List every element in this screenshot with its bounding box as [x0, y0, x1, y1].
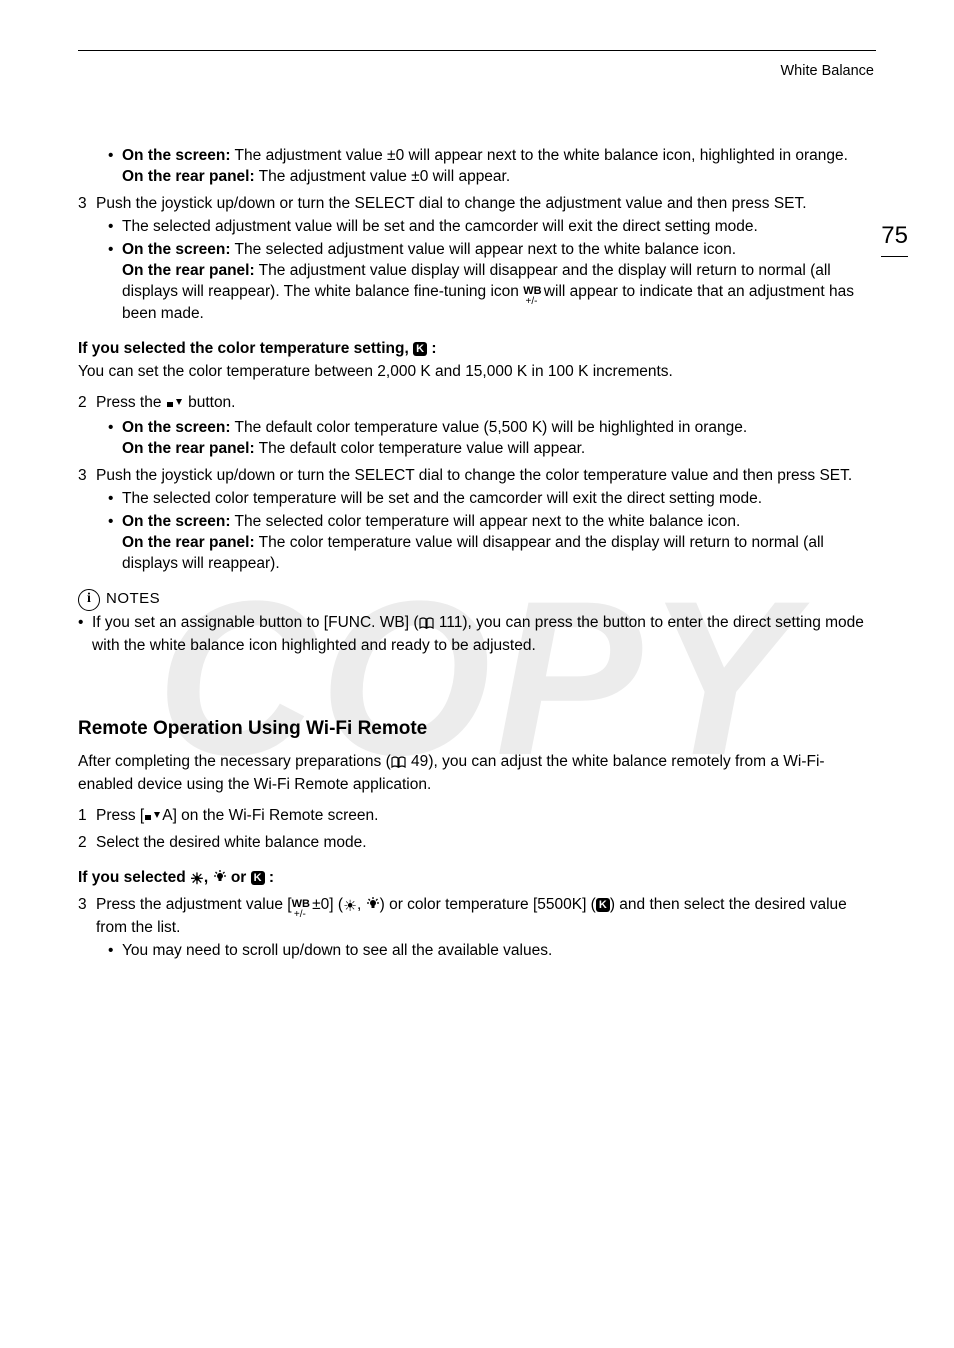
- r-step3-c: ,: [357, 896, 366, 913]
- notes-label: NOTES: [106, 589, 160, 609]
- ct-section-head: If you selected the color temperature se…: [78, 339, 876, 360]
- on-screen-label: On the screen:: [122, 513, 231, 530]
- tungsten-icon: [366, 897, 380, 918]
- step-text: Select the desired white balance mode.: [96, 833, 876, 854]
- r-step3-d: ) or color temperature [5500K] (: [380, 896, 596, 913]
- notes-header: i NOTES: [78, 589, 876, 611]
- step-text: Push the joystick up/down or turn the SE…: [96, 194, 876, 215]
- ct-step-3: 3 Push the joystick up/down or turn the …: [78, 466, 876, 487]
- step-number: 1: [78, 806, 96, 829]
- wb-set-icon: [166, 395, 184, 416]
- step-number: 3: [78, 895, 96, 939]
- on-rear-label: On the rear panel:: [122, 534, 255, 551]
- notes-ref: 111: [435, 614, 463, 631]
- step-number: 2: [78, 393, 96, 416]
- step-number: 3: [78, 194, 96, 215]
- on-screen-text: The selected adjustment value will appea…: [231, 241, 737, 258]
- r-step1-b: A] on the Wi-Fi Remote screen.: [162, 807, 378, 824]
- daylight-icon: ☀: [343, 897, 357, 918]
- step-text: Press the adjustment value [WB+/- ±0] (☀…: [96, 895, 876, 939]
- manual-ref-icon: [419, 615, 435, 636]
- ct-step2-a: Press the: [96, 394, 166, 411]
- kelvin-chip-icon: K: [413, 342, 427, 356]
- kelvin-chip-icon: K: [251, 871, 265, 885]
- tungsten-icon: [213, 870, 227, 891]
- remote-step-1: 1 Press [ A] on the Wi-Fi Remote screen.: [78, 806, 876, 829]
- remote-step-3: 3 Press the adjustment value [WB+/- ±0] …: [78, 895, 876, 939]
- notes-bullet: If you set an assignable button to [FUNC…: [78, 613, 876, 657]
- on-rear-label: On the rear panel:: [122, 262, 255, 279]
- kelvin-chip-icon: K: [596, 898, 610, 912]
- remote-heading: Remote Operation Using Wi-Fi Remote: [78, 716, 876, 742]
- info-icon: i: [78, 589, 100, 611]
- step3-bullet-1: The selected adjustment value will be se…: [108, 217, 876, 238]
- step-text: Press the button.: [96, 393, 876, 416]
- step-number: 3: [78, 466, 96, 487]
- ct-step-2: 2 Press the button.: [78, 393, 876, 416]
- remote-step-2: 2 Select the desired white balance mode.: [78, 833, 876, 854]
- r-head-c: or: [227, 869, 251, 886]
- step-3: 3 Push the joystick up/down or turn the …: [78, 194, 876, 215]
- on-rear-text: The default color temperature value will…: [255, 440, 586, 457]
- on-screen-label: On the screen:: [122, 241, 231, 258]
- ct-head-a: If you selected the color temperature se…: [78, 340, 413, 357]
- notes-a: If you set an assignable button to [FUNC…: [92, 614, 419, 631]
- on-rear-label: On the rear panel:: [122, 168, 255, 185]
- step-number: 2: [78, 833, 96, 854]
- r-head-b: ,: [204, 869, 213, 886]
- ct-step3-bullet-2: On the screen: The selected color temper…: [108, 512, 876, 575]
- remote-para-a: After completing the necessary preparati…: [78, 753, 391, 770]
- step3-bullet-2: On the screen: The selected adjustment v…: [108, 240, 876, 326]
- ct-para: You can set the color temperature betwee…: [78, 362, 876, 383]
- on-screen-label: On the screen:: [122, 147, 231, 164]
- r-step3-a: Press the adjustment value [: [96, 896, 292, 913]
- on-screen-text: The default color temperature value (5,5…: [231, 419, 748, 436]
- wb-fine-icon: WB+/-: [292, 897, 308, 918]
- r-step1-a: Press [: [96, 807, 144, 824]
- remote-select-head: If you selected ☀, or K :: [78, 868, 876, 891]
- r-head-d: :: [265, 869, 274, 886]
- top-bullet: On the screen: The adjustment value ±0 w…: [108, 146, 876, 188]
- on-screen-text: The adjustment value ±0 will appear next…: [231, 147, 848, 164]
- on-rear-text: The adjustment value ±0 will appear.: [255, 168, 511, 185]
- remote-step3-bullet: You may need to scroll up/down to see al…: [108, 941, 876, 962]
- manual-ref-icon: [391, 754, 407, 775]
- on-screen-label: On the screen:: [122, 419, 231, 436]
- step-text: Press [ A] on the Wi-Fi Remote screen.: [96, 806, 876, 829]
- header-section: White Balance: [781, 62, 875, 82]
- on-screen-text: The selected color temperature will appe…: [231, 513, 741, 530]
- remote-para: After completing the necessary preparati…: [78, 752, 876, 796]
- page-number: 75: [881, 220, 908, 257]
- remote-ref: 49: [407, 753, 429, 770]
- on-rear-label: On the rear panel:: [122, 440, 255, 457]
- r-step3-b: ±0] (: [308, 896, 343, 913]
- daylight-icon: ☀: [190, 870, 204, 891]
- ct-step2-b: button.: [184, 394, 236, 411]
- step-text: Push the joystick up/down or turn the SE…: [96, 466, 876, 487]
- ct-head-b: :: [427, 340, 436, 357]
- ct-step3-bullet-1: The selected color temperature will be s…: [108, 489, 876, 510]
- r-head-a: If you selected: [78, 869, 190, 886]
- wb-fine-icon: WB+/-: [523, 284, 539, 305]
- wb-set-icon: [144, 808, 162, 829]
- ct-step2-bullet: On the screen: The default color tempera…: [108, 418, 876, 460]
